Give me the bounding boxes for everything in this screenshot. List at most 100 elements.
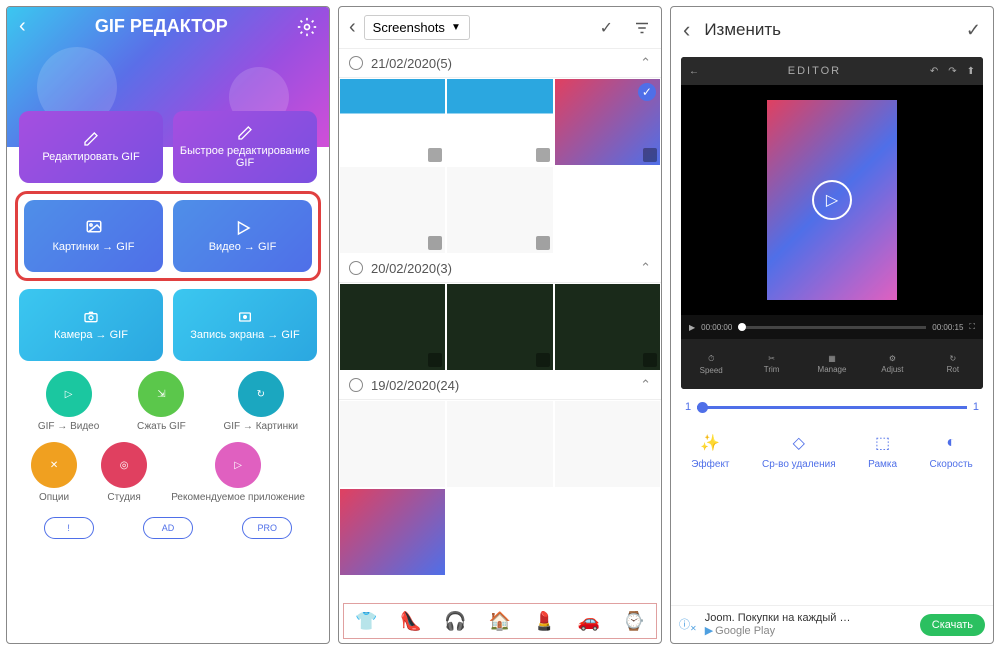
thumb-selected[interactable] bbox=[554, 78, 661, 166]
timeline[interactable]: ▶ 00:00:00 00:00:15 ⛶ bbox=[681, 315, 983, 339]
expand-icon[interactable] bbox=[428, 236, 442, 250]
screen-rec-label: Запись экрана → GIF bbox=[190, 329, 299, 341]
export-icon[interactable]: ⬆ bbox=[967, 66, 975, 77]
ad-close-icon[interactable]: ⓘ✕ bbox=[679, 616, 697, 633]
quick-edit-card[interactable]: Быстрое редактирование GIF bbox=[173, 111, 317, 183]
ad-pill[interactable]: AD bbox=[143, 517, 193, 539]
eraser-button[interactable]: ◇Ср-во удаления bbox=[762, 431, 836, 470]
slider-min: 1 bbox=[685, 401, 691, 413]
studio-button[interactable]: ◎Студия bbox=[101, 442, 147, 503]
gauge-icon: ◐ bbox=[939, 431, 963, 455]
options-button[interactable]: ✕Опции bbox=[31, 442, 77, 503]
date-group-1[interactable]: 21/02/2020(5)⌃ bbox=[339, 49, 661, 78]
tool-trim[interactable]: ✂Trim bbox=[741, 339, 801, 389]
thumb[interactable] bbox=[339, 283, 446, 371]
expand-icon[interactable] bbox=[643, 353, 657, 367]
frame-button[interactable]: ⬚Рамка bbox=[868, 431, 897, 470]
tool-adjust[interactable]: ⚙Adjust bbox=[862, 339, 922, 389]
tool-speed[interactable]: ⏱Speed bbox=[681, 339, 741, 389]
pro-pill[interactable]: PRO bbox=[242, 517, 292, 539]
thumb[interactable] bbox=[339, 400, 446, 488]
thumb[interactable] bbox=[554, 400, 661, 488]
gif-to-pics-button[interactable]: ↻GIF → Картинки bbox=[223, 371, 298, 432]
phone-gif-editor-home: ‹ GIF РЕДАКТОР Редактировать GIF Быстрое… bbox=[6, 6, 330, 644]
date-group-3[interactable]: 19/02/2020(24)⌃ bbox=[339, 371, 661, 400]
expand-icon[interactable] bbox=[643, 148, 657, 162]
compress-gif-button[interactable]: ⇲Сжать GIF bbox=[137, 371, 186, 432]
expand-icon[interactable] bbox=[536, 148, 550, 162]
dropdown-icon: ▼ bbox=[451, 22, 461, 33]
recommend-button[interactable]: ▷Рекомендуемое приложение bbox=[171, 442, 305, 503]
ad-store: ▶Google Play bbox=[705, 624, 912, 637]
expand-icon[interactable] bbox=[428, 148, 442, 162]
folder-dropdown[interactable]: Screenshots ▼ bbox=[364, 15, 470, 40]
expand-icon[interactable] bbox=[428, 353, 442, 367]
info-pill[interactable]: ! bbox=[44, 517, 94, 539]
screen-rec-card[interactable]: Запись экрана → GIF bbox=[173, 289, 317, 361]
expand-icon[interactable] bbox=[536, 236, 550, 250]
thumb[interactable] bbox=[339, 78, 446, 166]
thumb[interactable] bbox=[339, 166, 446, 254]
chevron-up-icon[interactable]: ⌃ bbox=[640, 260, 651, 276]
download-button[interactable]: Скачать bbox=[920, 614, 985, 636]
radio-icon[interactable] bbox=[349, 261, 363, 275]
redo-icon[interactable]: ↷ bbox=[948, 66, 956, 77]
thumb[interactable] bbox=[554, 283, 661, 371]
speed-button[interactable]: ◐Скорость bbox=[930, 431, 973, 470]
camera-to-gif-label: Камера → GIF bbox=[54, 329, 128, 341]
confirm-icon[interactable]: ✓ bbox=[966, 20, 981, 41]
fullscreen-icon[interactable]: ⛶ bbox=[969, 322, 975, 332]
expand-icon[interactable] bbox=[536, 353, 550, 367]
emoji-icon[interactable]: 👕 bbox=[355, 611, 377, 632]
thumb[interactable] bbox=[446, 166, 553, 254]
thumb[interactable] bbox=[446, 78, 553, 166]
emoji-icon[interactable]: ⌚ bbox=[622, 611, 644, 632]
back-icon[interactable]: ‹ bbox=[683, 17, 690, 43]
filter-icon[interactable] bbox=[633, 19, 651, 37]
wand-icon: ✨ bbox=[698, 431, 722, 455]
ad-title: Joom. Покупки на каждый … bbox=[705, 612, 912, 624]
play-small-icon[interactable]: ▶ bbox=[689, 323, 695, 332]
phone-gallery-picker: ‹ Screenshots ▼ ✓ 21/02/2020(5)⌃ 20/02/2… bbox=[338, 6, 662, 644]
chevron-up-icon[interactable]: ⌃ bbox=[640, 377, 651, 393]
frame-icon: ⬚ bbox=[871, 431, 895, 455]
ad-banner[interactable]: ⓘ✕ Joom. Покупки на каждый … ▶Google Pla… bbox=[671, 605, 993, 643]
video-preview[interactable]: ▷ bbox=[681, 85, 983, 315]
edit-gif-label: Редактировать GIF bbox=[42, 151, 139, 163]
screen-title: Изменить bbox=[704, 20, 781, 40]
back-icon[interactable]: ‹ bbox=[19, 15, 26, 38]
preview-image: ▷ bbox=[767, 100, 897, 300]
date-group-2[interactable]: 20/02/2020(3)⌃ bbox=[339, 254, 661, 283]
radio-icon[interactable] bbox=[349, 378, 363, 392]
thumb[interactable] bbox=[446, 283, 553, 371]
chevron-up-icon[interactable]: ⌃ bbox=[640, 55, 651, 71]
pics-to-gif-card[interactable]: Картинки → GIF bbox=[24, 200, 163, 272]
play-icon[interactable]: ▷ bbox=[812, 180, 852, 220]
emoji-icon[interactable]: 💄 bbox=[533, 611, 555, 632]
undo-icon[interactable]: ↶ bbox=[930, 66, 938, 77]
effect-button[interactable]: ✨Эффект bbox=[691, 431, 729, 470]
back-icon[interactable]: ‹ bbox=[349, 16, 356, 39]
emoji-icon[interactable]: 🏠 bbox=[489, 611, 511, 632]
highlight-box: Картинки → GIF Видео → GIF bbox=[15, 191, 321, 281]
thumb[interactable] bbox=[446, 400, 553, 488]
time-start: 00:00:00 bbox=[701, 323, 732, 332]
range-slider[interactable]: 1 1 bbox=[671, 393, 993, 421]
radio-icon[interactable] bbox=[349, 56, 363, 70]
emoji-icon[interactable]: 🎧 bbox=[444, 611, 466, 632]
tool-rotate[interactable]: ↻Rot bbox=[923, 339, 983, 389]
video-to-gif-card[interactable]: Видео → GIF bbox=[173, 200, 312, 272]
video-to-gif-label: Видео → GIF bbox=[209, 241, 277, 253]
gif-to-video-button[interactable]: ▷GIF → Видео bbox=[38, 371, 99, 432]
tool-manage[interactable]: ▦Manage bbox=[802, 339, 862, 389]
confirm-icon[interactable]: ✓ bbox=[600, 18, 613, 38]
thumb[interactable] bbox=[339, 488, 446, 576]
emoji-icon[interactable]: 🚗 bbox=[578, 611, 600, 632]
camera-to-gif-card[interactable]: Камера → GIF bbox=[19, 289, 163, 361]
timeline-bar[interactable] bbox=[738, 326, 926, 329]
slider-track[interactable] bbox=[697, 406, 967, 409]
settings-icon[interactable] bbox=[297, 17, 317, 37]
emoji-icon[interactable]: 👠 bbox=[400, 611, 422, 632]
editor-back-icon[interactable]: ← bbox=[689, 66, 699, 77]
edit-gif-card[interactable]: Редактировать GIF bbox=[19, 111, 163, 183]
